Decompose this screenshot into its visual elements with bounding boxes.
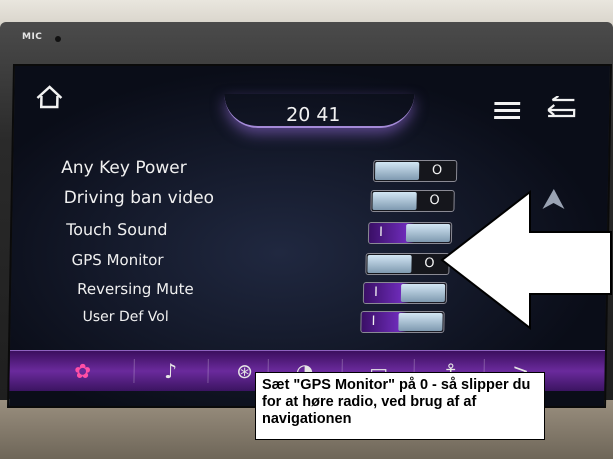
toggle-knob: [400, 284, 446, 302]
nav-divider: [133, 359, 135, 383]
menu-icon[interactable]: [494, 100, 521, 120]
toggle-knob: [367, 255, 412, 273]
toggle-knob: [372, 192, 417, 210]
setting-toggle[interactable]: I: [362, 282, 448, 304]
back-icon[interactable]: [544, 96, 578, 122]
mic-hole: [55, 36, 61, 42]
setting-label: Driving ban video: [63, 188, 215, 208]
mic-label: MIC: [22, 32, 43, 42]
music-note-icon[interactable]: ♪: [155, 357, 185, 385]
gear-icon[interactable]: ✿: [67, 357, 97, 385]
toggle-state-mark: O: [424, 256, 435, 271]
callout-arrow: [440, 190, 612, 330]
setting-toggle[interactable]: I: [360, 311, 445, 333]
setting-toggle[interactable]: O: [365, 253, 450, 275]
toggle-state-mark: I: [378, 225, 384, 240]
top-bar: 20 41: [14, 66, 610, 128]
setting-label: Touch Sound: [65, 220, 168, 239]
toggle-state-mark: O: [431, 163, 443, 178]
toggle-state-mark: O: [429, 193, 440, 208]
setting-toggle[interactable]: O: [372, 160, 458, 182]
toggle-knob: [374, 162, 420, 180]
setting-label: Reversing Mute: [76, 280, 194, 298]
setting-label: Any Key Power: [61, 158, 187, 178]
toggle-state-mark: I: [373, 285, 378, 300]
clock-time: 20 41: [285, 104, 341, 126]
setting-row: Any Key Power O: [13, 158, 608, 186]
setting-label: GPS Monitor: [71, 251, 164, 269]
nav-divider: [207, 359, 209, 383]
setting-label: User Def Vol: [82, 309, 169, 325]
home-icon[interactable]: [34, 84, 64, 110]
toggle-state-mark: I: [371, 314, 376, 329]
toggle-knob: [398, 313, 443, 331]
annotation-note: Sæt "GPS Monitor" på 0 - så slipper du f…: [255, 372, 545, 440]
